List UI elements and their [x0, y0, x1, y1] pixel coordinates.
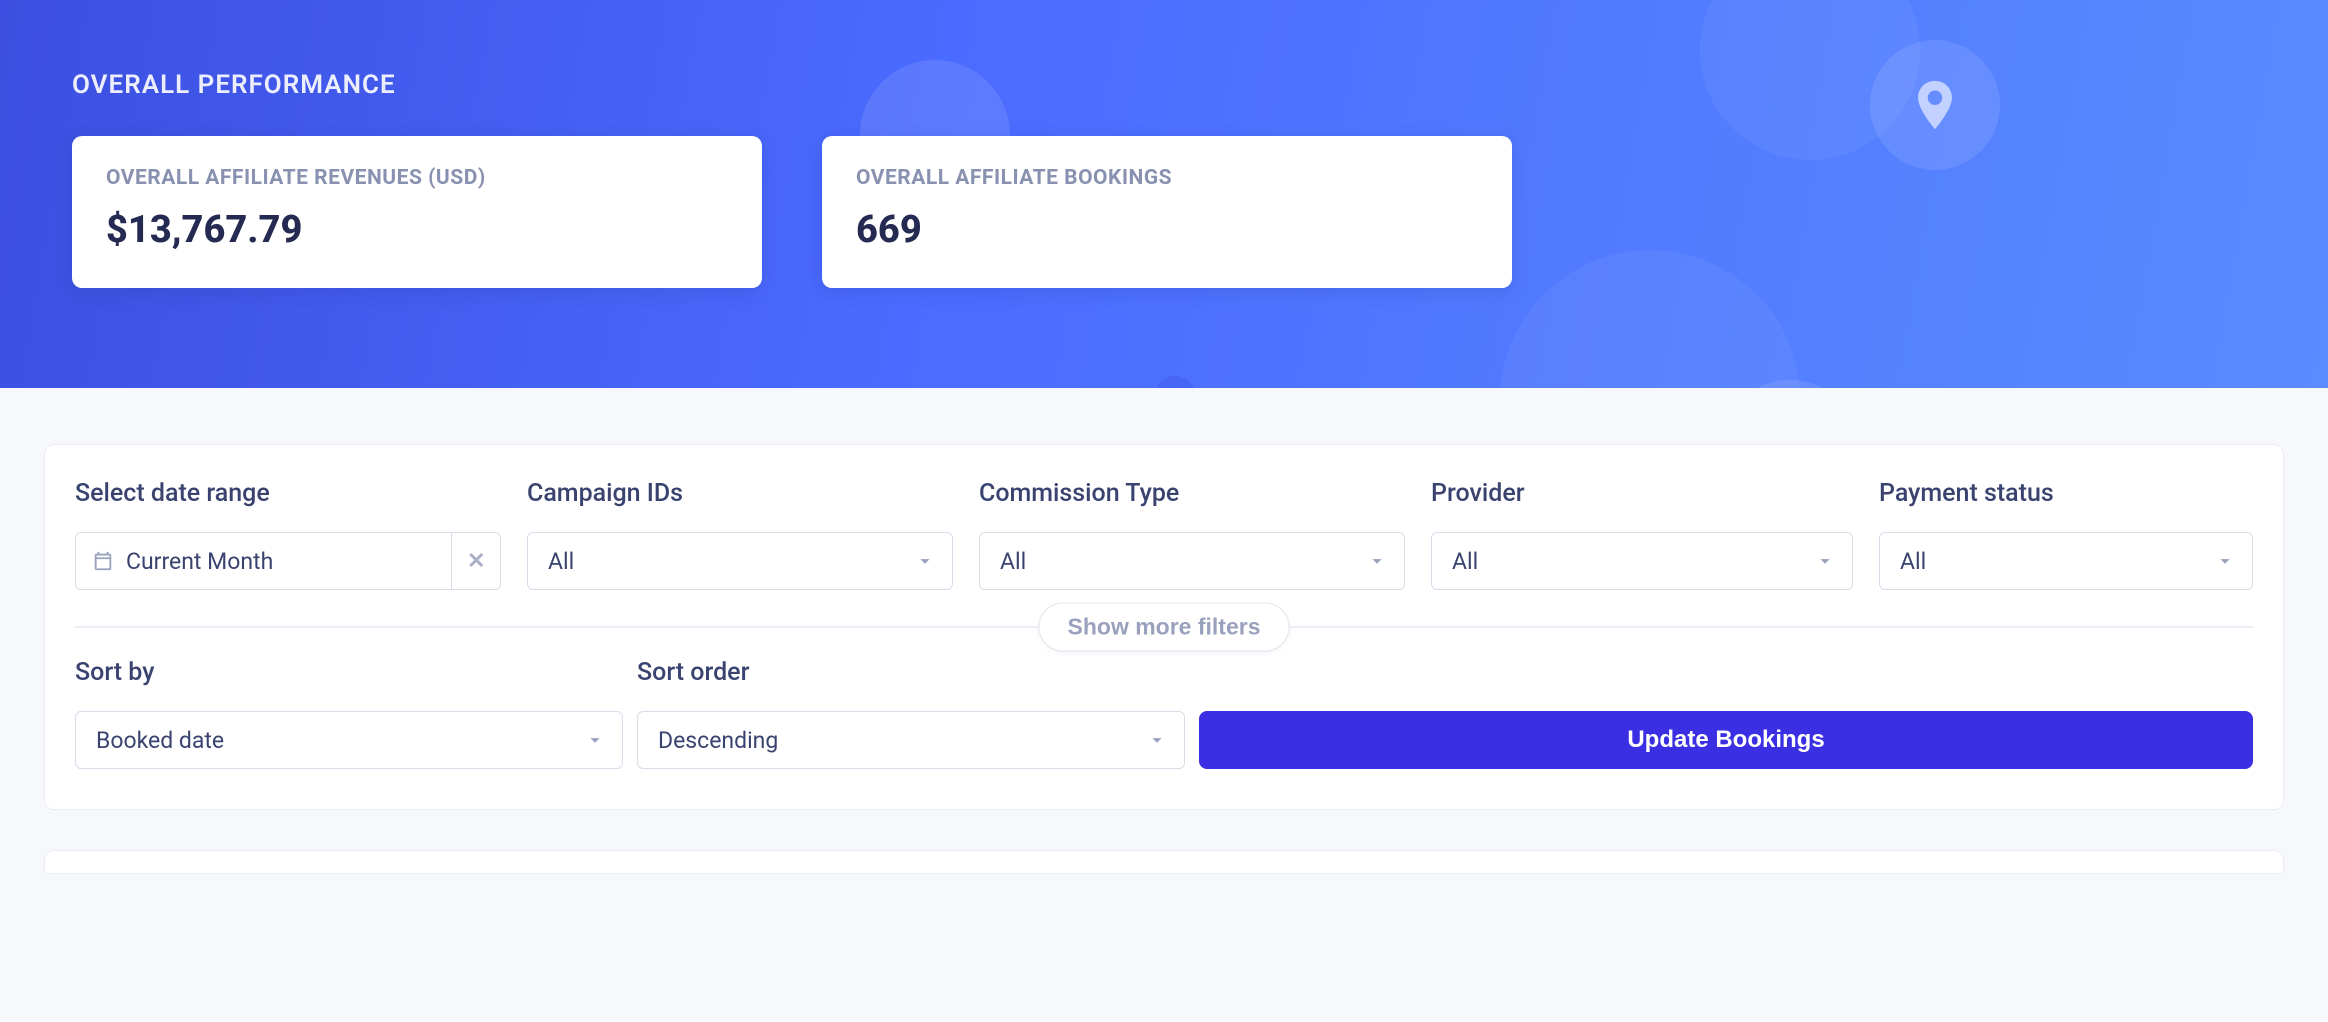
filters-panel: Select date range Current Month ✕ Campai… [44, 444, 2284, 810]
filter-label: Sort order [637, 658, 1185, 687]
commission-type-select[interactable]: All [979, 532, 1405, 590]
chevron-down-icon [2214, 550, 2236, 572]
stat-label: OVERALL AFFILIATE BOOKINGS [856, 166, 1478, 190]
sort-by-select[interactable]: Booked date [75, 711, 623, 769]
sort-order-select[interactable]: Descending [637, 711, 1185, 769]
chevron-down-icon [1814, 550, 1836, 572]
stat-cards: OVERALL AFFILIATE REVENUES (USD) $13,767… [72, 136, 2256, 288]
next-panel-top [44, 850, 2284, 874]
select-value: All [1900, 548, 1926, 575]
filter-label: Select date range [75, 479, 501, 508]
chevron-down-icon [914, 550, 936, 572]
select-value: All [1452, 548, 1478, 575]
update-bookings-button[interactable]: Update Bookings [1199, 711, 2253, 769]
select-value: Descending [658, 727, 778, 754]
stat-value: 669 [856, 208, 1478, 252]
campaign-ids-select[interactable]: All [527, 532, 953, 590]
performance-hero: OVERALL PERFORMANCE OVERALL AFFILIATE RE… [0, 0, 2328, 388]
filter-label: Sort by [75, 658, 623, 687]
section-title: OVERALL PERFORMANCE [72, 70, 2256, 100]
sort-row: Sort by Booked date Sort order Descendin… [75, 658, 2253, 769]
payment-status-select[interactable]: All [1879, 532, 2253, 590]
filter-commission-type: Commission Type All [979, 479, 1405, 590]
show-more-filters-button[interactable]: Show more filters [1039, 603, 1290, 652]
filter-label: Campaign IDs [527, 479, 953, 508]
date-range-value: Current Month [126, 548, 273, 575]
chevron-down-icon [584, 729, 606, 751]
sort-order-group: Sort order Descending [637, 658, 1185, 769]
select-value: All [1000, 548, 1026, 575]
filter-label: Payment status [1879, 479, 2253, 508]
sort-by-group: Sort by Booked date [75, 658, 623, 769]
filter-provider: Provider All [1431, 479, 1853, 590]
filter-payment-status: Payment status All [1879, 479, 2253, 590]
filter-label: Provider [1431, 479, 1853, 508]
calendar-icon [92, 550, 114, 572]
date-range-input[interactable]: Current Month [75, 532, 452, 590]
chevron-down-icon [1146, 729, 1168, 751]
clear-date-button[interactable]: ✕ [452, 532, 501, 590]
select-value: Booked date [96, 727, 224, 754]
close-icon: ✕ [467, 549, 485, 574]
provider-select[interactable]: All [1431, 532, 1853, 590]
chevron-down-icon [1366, 550, 1388, 572]
stat-card-revenue: OVERALL AFFILIATE REVENUES (USD) $13,767… [72, 136, 762, 288]
select-value: All [548, 548, 574, 575]
filter-date-range: Select date range Current Month ✕ [75, 479, 501, 590]
filters-row: Select date range Current Month ✕ Campai… [75, 479, 2253, 590]
filter-label: Commission Type [979, 479, 1405, 508]
filters-divider: Show more filters [75, 626, 2253, 628]
stat-label: OVERALL AFFILIATE REVENUES (USD) [106, 166, 728, 190]
filter-campaign-ids: Campaign IDs All [527, 479, 953, 590]
stat-card-bookings: OVERALL AFFILIATE BOOKINGS 669 [822, 136, 1512, 288]
stat-value: $13,767.79 [106, 208, 728, 252]
